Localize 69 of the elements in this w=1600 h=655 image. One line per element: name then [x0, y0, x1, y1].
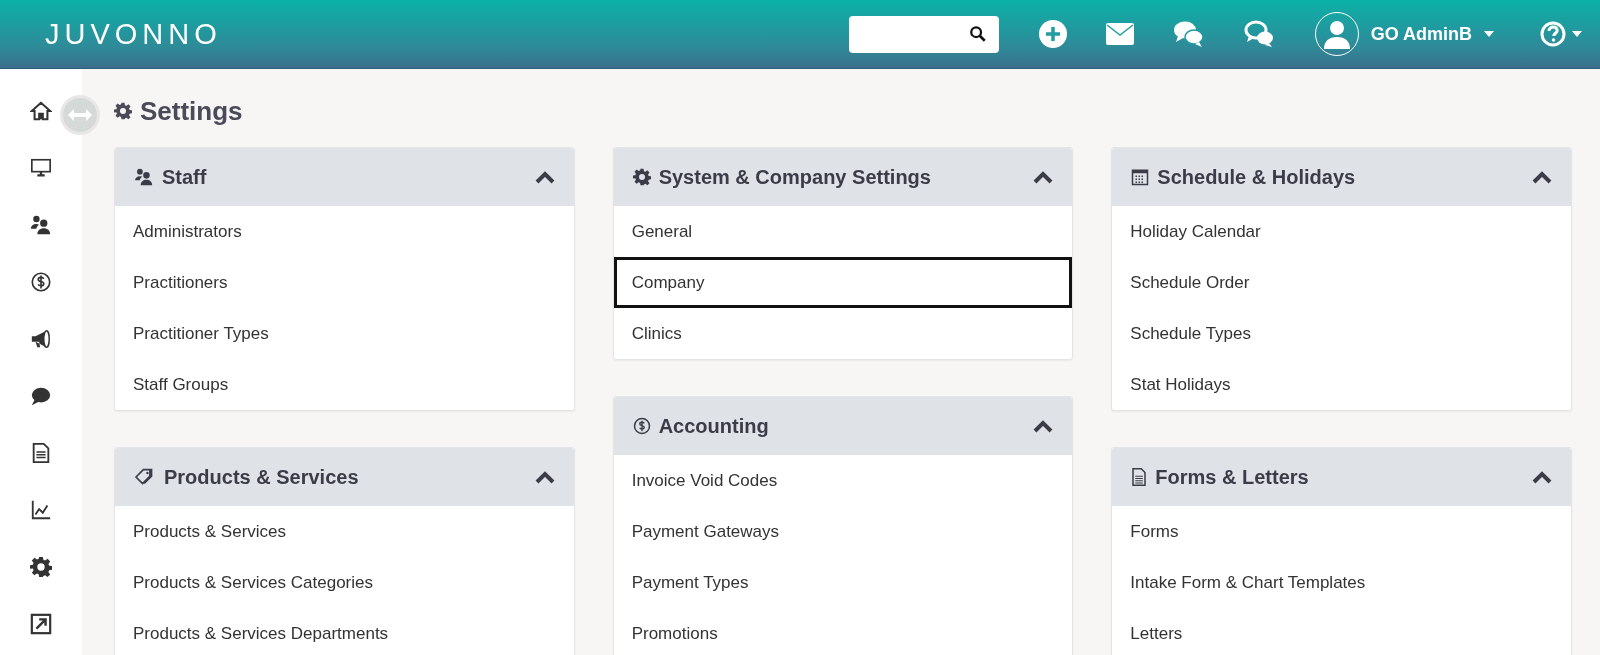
- gear-icon: [632, 168, 651, 186]
- caret-icon: [1484, 31, 1494, 37]
- users-icon: [134, 168, 154, 186]
- mail-icon[interactable]: [1105, 23, 1134, 45]
- panel-header[interactable]: System & Company Settings: [613, 148, 1073, 206]
- panel-title: Products & Services: [164, 465, 360, 489]
- panel-header[interactable]: Products & Services: [115, 448, 574, 506]
- document-icon[interactable]: [30, 442, 52, 464]
- settings-link[interactable]: Invoice Void Codes: [613, 455, 1073, 506]
- dollar-icon: [632, 417, 651, 435]
- speech-bubble-icon[interactable]: [30, 385, 52, 407]
- gear-icon: [114, 102, 132, 120]
- settings-link[interactable]: Practitioners: [115, 257, 574, 308]
- settings-link[interactable]: Payment Types: [613, 557, 1073, 608]
- panel-title: Forms & Letters: [1155, 465, 1310, 489]
- gear-icon[interactable]: [30, 556, 52, 578]
- settings-link[interactable]: Letters: [1112, 608, 1571, 655]
- settings-link[interactable]: Schedule Order: [1112, 257, 1571, 308]
- monitor-icon[interactable]: [30, 157, 52, 179]
- panel-header[interactable]: Staff: [115, 148, 574, 206]
- sidebar-toggle[interactable]: [60, 95, 100, 135]
- external-link-icon[interactable]: [30, 613, 52, 635]
- search-icon: [968, 25, 987, 43]
- help-icon[interactable]: [1540, 21, 1566, 47]
- panel-header[interactable]: Schedule & Holidays: [1112, 148, 1571, 206]
- settings-link[interactable]: Holiday Calendar: [1112, 206, 1571, 257]
- home-icon[interactable]: [30, 100, 52, 122]
- settings-link[interactable]: Promotions: [613, 608, 1073, 655]
- settings-link[interactable]: Clinics: [613, 308, 1073, 359]
- panel-title: Schedule & Holidays: [1157, 165, 1357, 189]
- search-field[interactable]: [848, 15, 999, 53]
- caret-icon: [1572, 31, 1582, 37]
- collapse-icon[interactable]: [1532, 470, 1552, 484]
- add-icon[interactable]: [1038, 20, 1067, 48]
- double-arrow-icon: [67, 108, 93, 122]
- panel-title: System & Company Settings: [658, 165, 932, 189]
- settings-link[interactable]: General: [613, 206, 1073, 257]
- settings-link[interactable]: Practitioner Types: [115, 308, 574, 359]
- collapse-icon[interactable]: [1033, 170, 1054, 184]
- panel-header[interactable]: Forms & Letters: [1112, 448, 1571, 506]
- users-icon[interactable]: [30, 214, 52, 236]
- settings-link[interactable]: Forms: [1112, 506, 1571, 557]
- settings-link[interactable]: Company: [613, 257, 1073, 308]
- panel-title: Staff: [162, 165, 208, 189]
- calendar-icon: [1131, 168, 1150, 186]
- user-name[interactable]: GO AdminB: [1370, 23, 1472, 45]
- collapse-icon[interactable]: [534, 170, 555, 184]
- settings-link[interactable]: Products & Services Categories: [115, 557, 574, 608]
- panel-title: Accounting: [658, 414, 770, 438]
- document-icon: [1131, 468, 1148, 486]
- chat-icon[interactable]: [1243, 20, 1276, 48]
- settings-link[interactable]: Administrators: [115, 206, 574, 257]
- page-title: Settings: [140, 95, 243, 127]
- dollar-icon[interactable]: [30, 271, 52, 293]
- settings-link[interactable]: Payment Gateways: [613, 506, 1073, 557]
- megaphone-icon[interactable]: [30, 328, 52, 350]
- settings-link[interactable]: Stat Holidays: [1112, 359, 1571, 410]
- chat-icon[interactable]: [1172, 20, 1205, 48]
- settings-link[interactable]: Schedule Types: [1112, 308, 1571, 359]
- collapse-icon[interactable]: [1532, 170, 1552, 184]
- panel-header[interactable]: Accounting: [613, 397, 1073, 455]
- settings-link[interactable]: Products & Services: [115, 506, 574, 557]
- chart-icon[interactable]: [30, 499, 52, 521]
- settings-link[interactable]: Products & Services Departments: [115, 608, 574, 655]
- settings-link[interactable]: Staff Groups: [115, 359, 574, 410]
- juvonno-logo[interactable]: JUVONNO: [45, 17, 222, 51]
- collapse-icon[interactable]: [1033, 419, 1054, 433]
- settings-link[interactable]: Intake Form & Chart Templates: [1112, 557, 1571, 608]
- collapse-icon[interactable]: [534, 470, 555, 484]
